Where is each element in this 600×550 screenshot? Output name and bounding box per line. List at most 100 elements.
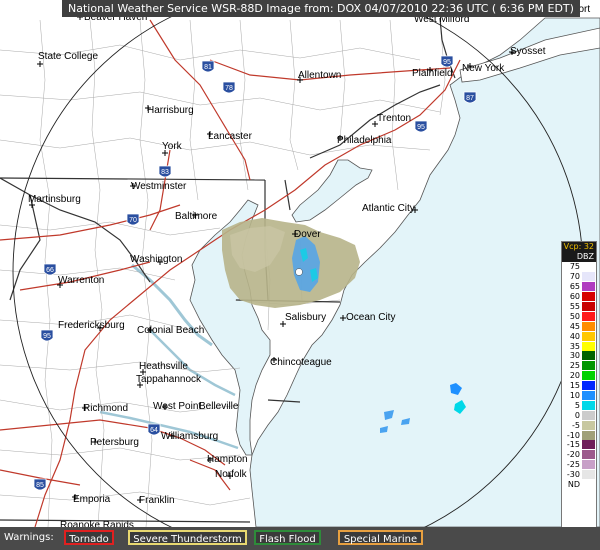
legend-row-swatch <box>582 321 595 331</box>
legend-vcp: Vcp: 32 <box>562 242 596 252</box>
radar-site-marker <box>295 268 303 276</box>
interstate-shield-icon: 81 <box>201 60 215 73</box>
legend-row-swatch <box>582 331 595 341</box>
city-label-dover: Dover <box>294 229 321 240</box>
legend-row: 65 <box>562 282 596 292</box>
legend-row-swatch <box>582 450 595 460</box>
warning-special-marine-button[interactable]: Special Marine <box>338 530 423 545</box>
city-label-williamsburg: Williamsburg <box>161 431 218 442</box>
city-label-richmond: Richmond <box>83 403 128 414</box>
legend-row-swatch <box>582 470 595 480</box>
legend-row: 25 <box>562 361 596 371</box>
city-label-washington: Washington <box>130 254 182 265</box>
legend-row-label: 55 <box>569 302 580 311</box>
legend-row-swatch <box>582 410 595 420</box>
legend-row: -10 <box>562 430 596 440</box>
warning-tornado-button[interactable]: Tornado <box>64 530 114 545</box>
interstate-number: 95 <box>417 124 425 131</box>
city-label-martinsburg: Martinsburg <box>28 194 81 205</box>
legend-row-swatch <box>582 371 595 381</box>
city-label-harrisburg: Harrisburg <box>147 105 194 116</box>
city-label-baltimore: Baltimore <box>175 211 218 222</box>
city-label-philadelphia: Philadelphia <box>337 135 392 146</box>
interstate-number: 87 <box>466 95 474 102</box>
legend-row: -25 <box>562 460 596 470</box>
interstate-number: 78 <box>225 85 233 92</box>
legend-row: 10 <box>562 391 596 401</box>
city-label-york: York <box>162 141 183 152</box>
legend-row: 45 <box>562 321 596 331</box>
city-label-west-point: West Point <box>153 401 201 412</box>
dbz-legend: Vcp: 32 DBZ 75 70 65 60 55 50 45 40 35 30 25 20 15 10… <box>561 241 597 540</box>
warning-severe-thunderstorm-button[interactable]: Severe Thunderstorm <box>128 530 247 545</box>
city-label-belleville: Belleville <box>199 401 239 412</box>
city-label-petersburg: Petersburg <box>90 437 139 448</box>
city-label-allentown: Allentown <box>298 70 341 81</box>
city-label-salisbury: Salisbury <box>285 312 326 323</box>
legend-row: 35 <box>562 341 596 351</box>
legend-row: 40 <box>562 331 596 341</box>
legend-row-swatch <box>582 420 595 430</box>
legend-row-label: -30 <box>566 470 580 480</box>
city-label-lancaster: Lancaster <box>208 131 253 142</box>
legend-row-swatch <box>582 480 595 490</box>
interstate-shield-icon: 83 <box>158 165 172 178</box>
radar-map: 8178958370669564859587 Beaver Haven West … <box>0 0 600 550</box>
legend-row: 30 <box>562 351 596 361</box>
interstate-shield-icon: 95 <box>40 329 54 342</box>
interstate-number: 81 <box>204 64 212 71</box>
legend-unit: DBZ <box>562 252 596 262</box>
city-label-state-college: State College <box>38 51 98 62</box>
interstate-number: 83 <box>161 169 169 176</box>
legend-row-label: -15 <box>566 440 580 450</box>
legend-row: 55 <box>562 302 596 312</box>
interstate-shield-icon: 64 <box>147 423 161 436</box>
legend-row-label: 30 <box>569 351 580 361</box>
legend-row-label: 10 <box>569 391 580 401</box>
interstate-shield-icon: 95 <box>440 55 454 68</box>
legend-row: -15 <box>562 440 596 450</box>
legend-row-swatch <box>582 430 595 440</box>
interstate-number: 64 <box>150 427 158 434</box>
legend-row-swatch <box>582 292 595 302</box>
legend-row-swatch <box>582 400 595 410</box>
legend-row-label: 0 <box>574 410 580 420</box>
legend-row: 75 <box>562 262 596 272</box>
legend-row-swatch <box>582 460 595 470</box>
interstate-number: 70 <box>129 217 137 224</box>
interstate-shield-icon: 87 <box>463 91 477 104</box>
legend-row-label: ND <box>567 480 580 490</box>
city-label-warrenton: Warrenton <box>58 275 104 286</box>
interstate-number: 95 <box>443 59 451 66</box>
legend-row-swatch <box>582 391 595 401</box>
warnings-label: Warnings: <box>4 532 54 543</box>
legend-row: 5 <box>562 400 596 410</box>
warning-flash-flood-button[interactable]: Flash Flood <box>254 530 321 545</box>
legend-row-swatch <box>582 440 595 450</box>
legend-row-label: 75 <box>569 262 580 272</box>
city-label-new-york: New York <box>462 63 505 74</box>
legend-row-swatch <box>582 302 595 311</box>
interstate-number: 95 <box>43 333 51 340</box>
city-label-atlantic-city: Atlantic City <box>362 203 415 214</box>
interstate-shield-icon: 78 <box>222 81 236 94</box>
legend-row: 15 <box>562 381 596 391</box>
legend-row-swatch <box>582 311 595 321</box>
legend-row-swatch <box>582 282 595 292</box>
legend-row-label: 50 <box>569 311 580 321</box>
legend-row: 0 <box>562 410 596 420</box>
legend-row-label: 20 <box>569 371 580 381</box>
city-label-chincoteague: Chincoteague <box>270 357 332 368</box>
warnings-bar: Warnings: Tornado Severe Thunderstorm Fl… <box>0 527 600 550</box>
city-label-trenton: Trenton <box>377 113 411 124</box>
city-label-colonial-beach: Colonial Beach <box>137 325 204 336</box>
city-label-franklin: Franklin <box>139 495 175 506</box>
city-label-fredericksburg: Fredericksburg <box>58 320 125 331</box>
legend-row-label: 70 <box>569 272 580 282</box>
legend-row-label: 25 <box>569 361 580 371</box>
legend-row-swatch <box>582 272 595 282</box>
legend-row-label: -25 <box>566 460 580 470</box>
interstate-number: 85 <box>36 482 44 489</box>
legend-row-label: 65 <box>569 282 580 292</box>
city-label-heathsville: Heathsville <box>139 361 188 372</box>
